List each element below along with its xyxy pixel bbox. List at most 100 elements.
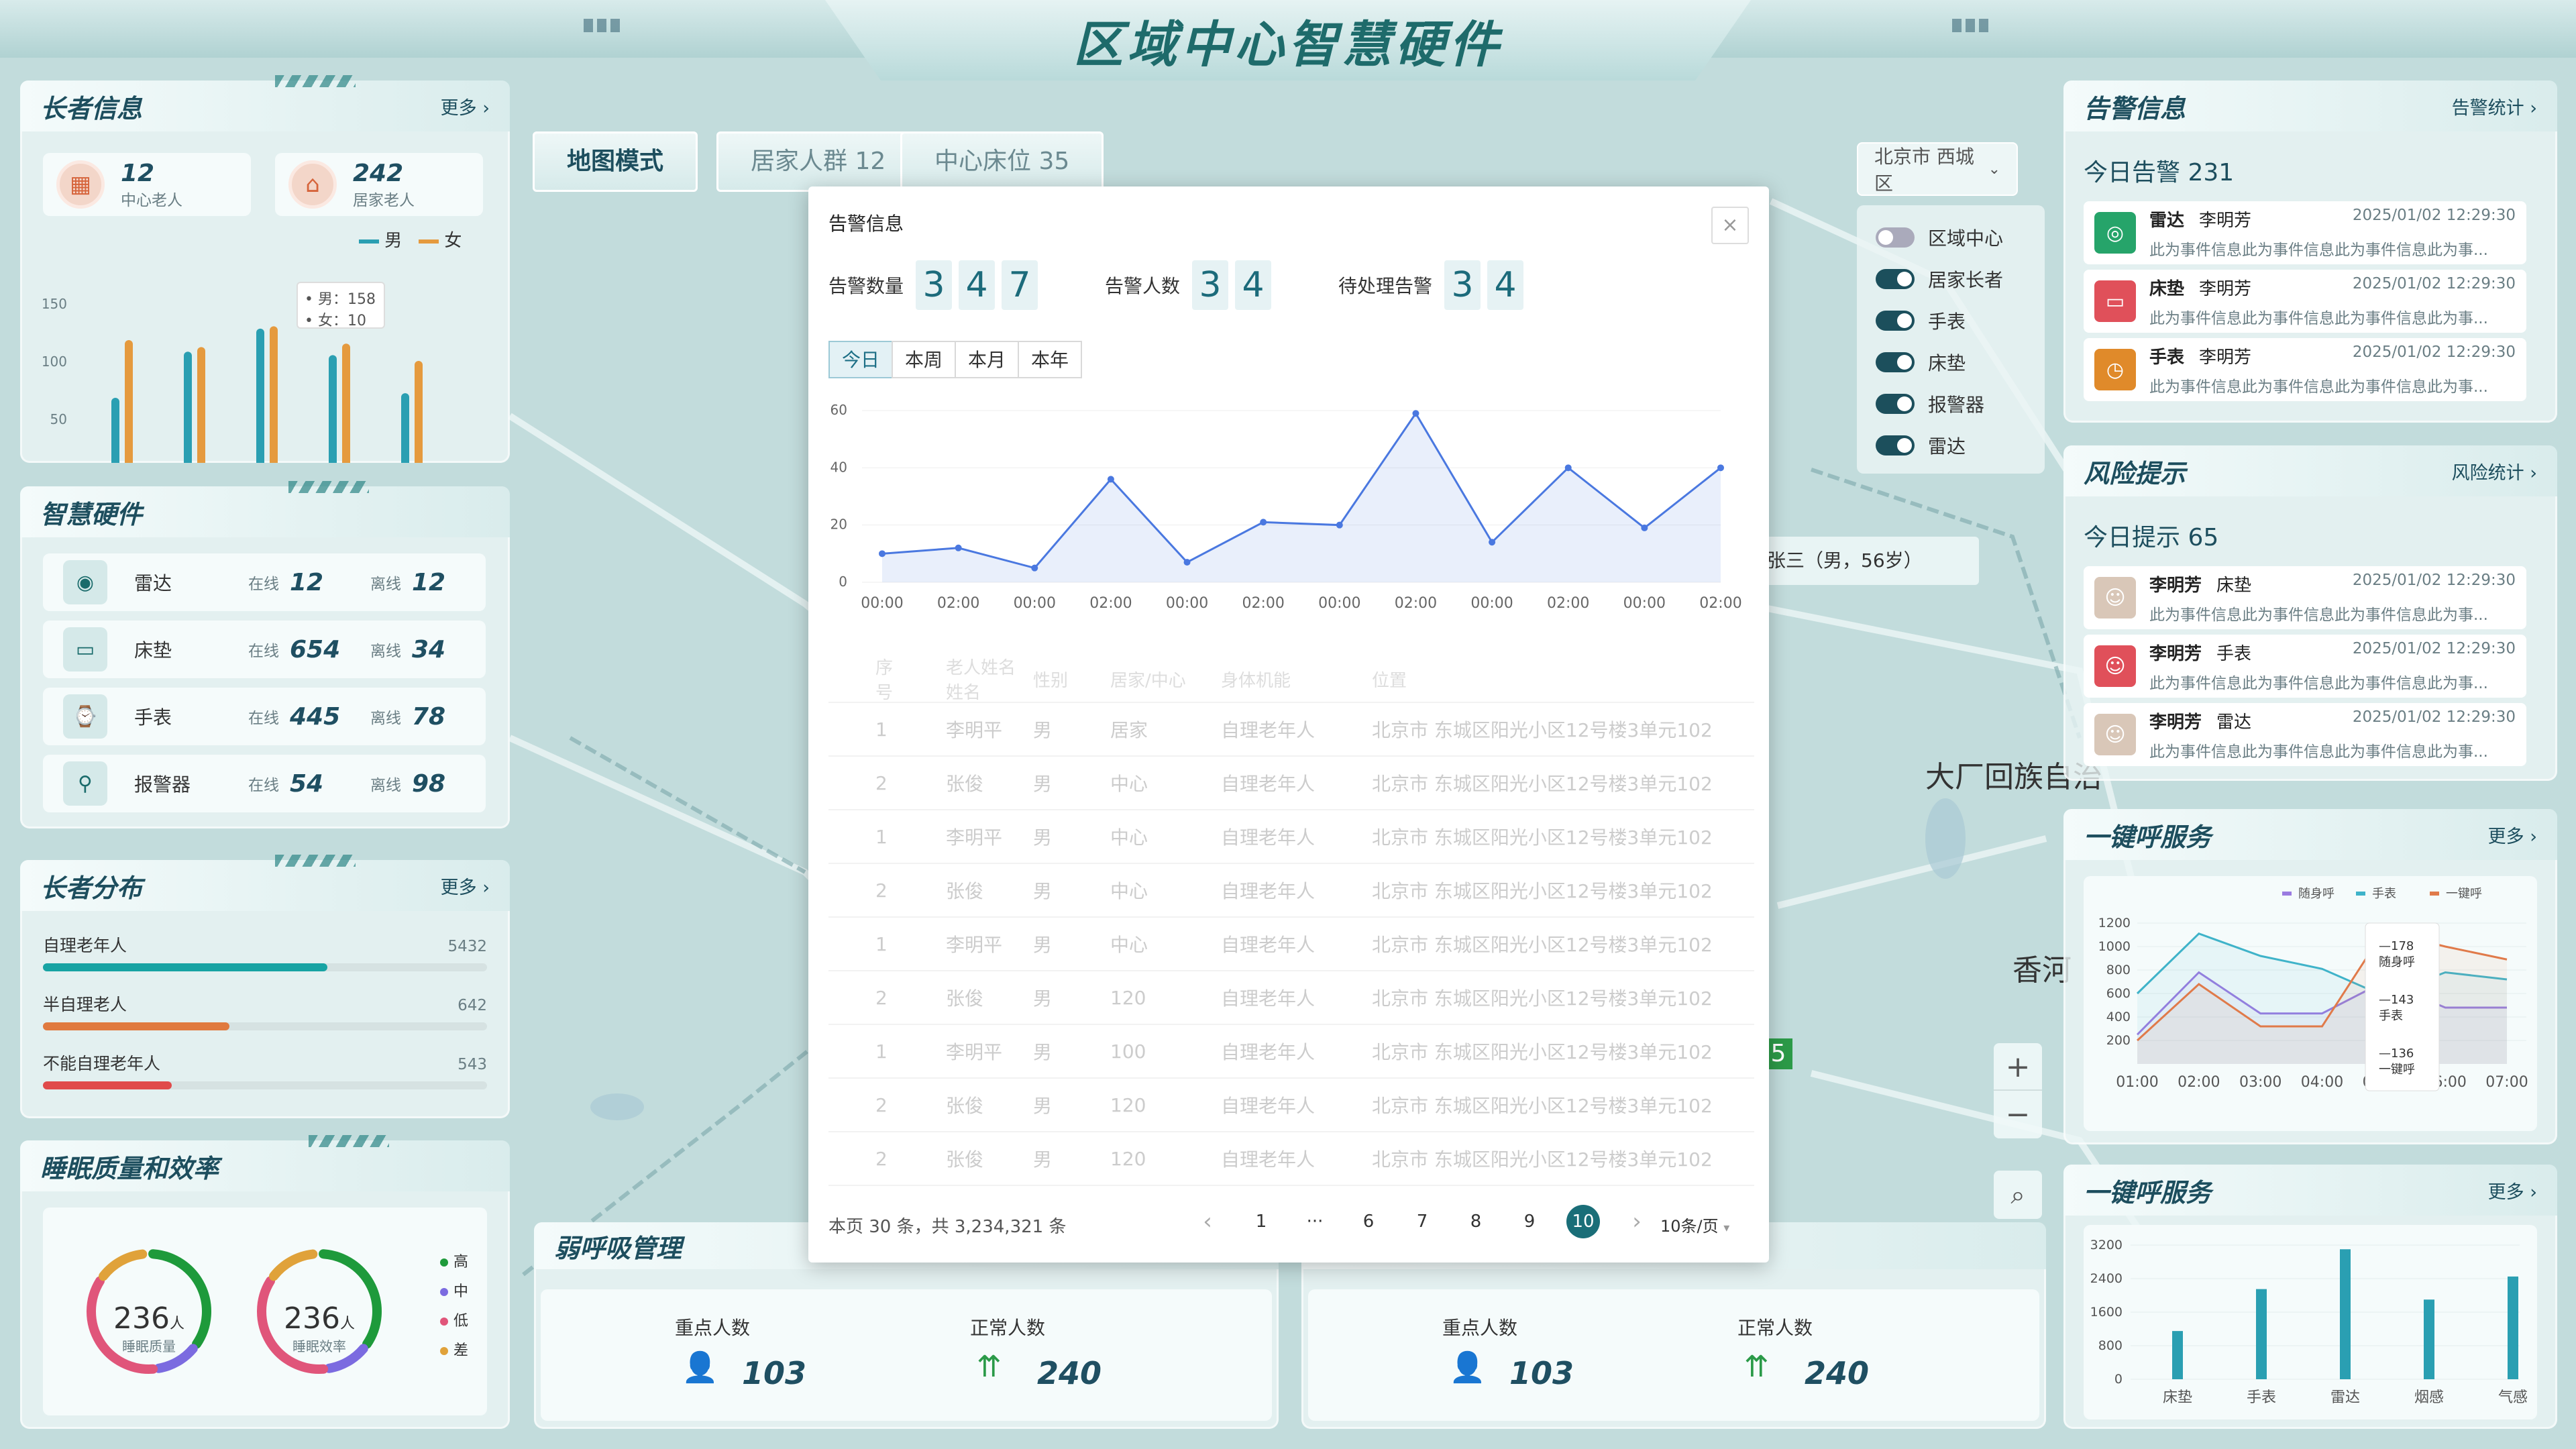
elder-info-more-link[interactable]: 更多 › — [441, 93, 490, 119]
page-button[interactable]: 7 — [1405, 1205, 1439, 1238]
range-tab-3[interactable]: 本年 — [1018, 341, 1083, 378]
modal-stats: 告警数量 347 告警人数 34 待处理告警 34 — [828, 260, 1530, 310]
tab-map-mode[interactable]: 地图模式 — [533, 131, 698, 192]
bar-female — [415, 361, 423, 463]
map-person-label[interactable]: 张三（男，56岁） — [1758, 537, 1979, 585]
sleep-legend-item: 高 — [440, 1248, 468, 1277]
range-tab-2[interactable]: 本月 — [955, 341, 1020, 378]
page-button[interactable]: 8 — [1459, 1205, 1493, 1238]
toggle-label: 床垫 — [1928, 352, 1966, 374]
range-tab-1[interactable]: 本周 — [892, 341, 957, 378]
alert-item-0[interactable]: ◎ 雷达 李明芳 2025/01/02 12:29:30 此为事件信息此为事件信息此为事… — [2084, 201, 2526, 264]
hardware-header: 智慧硬件 — [20, 481, 510, 537]
page-button[interactable]: ··· — [1298, 1205, 1332, 1238]
prev-page-button[interactable]: ‹ — [1191, 1205, 1224, 1238]
distribution-value: 5432 — [447, 938, 487, 955]
hardware-row-2[interactable]: ⌚ 手表 在线 445 离线 78 — [43, 688, 486, 745]
alert-item-2[interactable]: ◷ 手表 李明芳 2025/01/02 12:29:30 此为事件信息此为事件信息此为事… — [2084, 338, 2526, 401]
top-strip-right — [1704, 0, 2576, 58]
risk-item-1[interactable]: ☺ 李明芳 手表 2025/01/02 12:29:30 此为事件信息此为事件信息此为事… — [2084, 635, 2526, 698]
table-row[interactable]: 1 李明平 男 中心 自理老年人 北京市 东城区阳光小区12号楼3单元102 — [828, 810, 1754, 864]
x-tick-label: 00:00 — [1014, 595, 1056, 609]
sleep-header: 睡眠质量和效率 — [20, 1135, 510, 1191]
alert-time: 2025/01/02 12:29:30 — [2352, 206, 2516, 224]
risk-item-2[interactable]: ☺ 李明芳 雷达 2025/01/02 12:29:30 此为事件信息此为事件信息此为事… — [2084, 703, 2526, 766]
offline-count: 34 — [412, 635, 446, 663]
online-count: 12 — [290, 568, 324, 596]
data-point — [1412, 410, 1419, 417]
zoom-in-button[interactable]: + — [1994, 1043, 2042, 1091]
hardware-row-0[interactable]: ◉ 雷达 在线 12 离线 12 — [43, 553, 486, 611]
alert-desc: 此为事件信息此为事件信息此为事件信息此为事... — [2149, 378, 2488, 396]
weak-breath-title: 弱呼吸管理 — [554, 1233, 682, 1263]
page-button[interactable]: 9 — [1513, 1205, 1546, 1238]
key-person-icon: 👤 — [1449, 1350, 1486, 1385]
toggle-switch[interactable] — [1876, 227, 1915, 248]
hardware-row-1[interactable]: ▭ 床垫 在线 654 离线 34 — [43, 621, 486, 678]
table-cell: 自理老年人 — [1221, 826, 1316, 849]
x-tick-label: 02:00 — [2178, 1074, 2220, 1091]
map-search-button[interactable]: ⌕ — [1994, 1171, 2042, 1219]
table-cell: 张俊 — [946, 987, 984, 1010]
hardware-name: 床垫 — [134, 639, 172, 661]
column-header: 身体机能 — [1221, 670, 1291, 691]
range-tab-0[interactable]: 今日 — [828, 341, 894, 378]
distribution-label-row: 不能自理老年人 543 — [43, 1051, 487, 1075]
tab-home-group[interactable]: 居家人群 12 — [716, 131, 920, 192]
risk-stats-link[interactable]: 风险统计 › — [2452, 458, 2537, 484]
toggle-switch[interactable] — [1876, 352, 1915, 372]
table-row[interactable]: 2 张俊 男 中心 自理老年人 北京市 东城区阳光小区12号楼3单元102 — [828, 864, 1754, 918]
toggle-switch[interactable] — [1876, 311, 1915, 331]
map-toggle-4[interactable]: 报警器 — [1876, 390, 1984, 417]
data-point — [1260, 519, 1267, 526]
table-cell: 李明平 — [946, 826, 1003, 849]
toggle-switch[interactable] — [1876, 394, 1915, 414]
table-cell: 李明平 — [946, 1041, 1003, 1063]
table-cell: 120 — [1110, 1093, 1146, 1116]
map-toggle-5[interactable]: 雷达 — [1876, 432, 1966, 459]
map-toggle-0[interactable]: 区域中心 — [1876, 224, 2003, 251]
page-button[interactable]: 6 — [1352, 1205, 1385, 1238]
table-cell: 中心 — [1110, 880, 1148, 902]
call-service-more-link[interactable]: 更多 › — [2488, 822, 2537, 848]
table-row[interactable]: 1 李明平 男 100 自理老年人 北京市 东城区阳光小区12号楼3单元102 — [828, 1025, 1754, 1079]
table-row[interactable]: 2 张俊 男 120 自理老年人 北京市 东城区阳光小区12号楼3单元102 — [828, 1079, 1754, 1132]
call-service-2-more-link[interactable]: 更多 › — [2488, 1177, 2537, 1203]
hardware-row-3[interactable]: ⚲ 报警器 在线 54 离线 98 — [43, 755, 486, 812]
table-cell: 2 — [875, 1093, 888, 1116]
toggle-switch[interactable] — [1876, 435, 1915, 455]
table-row[interactable]: 1 李明平 男 居家 自理老年人 北京市 东城区阳光小区12号楼3单元102 — [828, 703, 1754, 757]
page-size-select[interactable]: 10条/页 ▾ — [1660, 1213, 1729, 1236]
table-row[interactable]: 2 张俊 男 中心 自理老年人 北京市 东城区阳光小区12号楼3单元102 — [828, 757, 1754, 810]
table-row[interactable]: 2 张俊 男 120 自理老年人 北京市 东城区阳光小区12号楼3单元102 — [828, 971, 1754, 1025]
key-people-label: 重点人数 — [1442, 1317, 1518, 1339]
page-button[interactable]: 1 — [1244, 1205, 1278, 1238]
column-header: 位置 — [1372, 670, 1407, 691]
map-toggle-3[interactable]: 床垫 — [1876, 349, 1966, 376]
next-page-button[interactable]: › — [1620, 1205, 1654, 1238]
map-toggle-2[interactable]: 手表 — [1876, 307, 1966, 334]
alert-item-1[interactable]: ▭ 床垫 李明芳 2025/01/02 12:29:30 此为事件信息此为事件信息此为事… — [2084, 270, 2526, 333]
zoom-out-button[interactable]: − — [1994, 1091, 2042, 1138]
page-button[interactable]: 10 — [1566, 1205, 1600, 1238]
map-toggle-1[interactable]: 居家长者 — [1876, 266, 2003, 292]
table-cell: 2 — [875, 986, 888, 1009]
risk-time: 2025/01/02 12:29:30 — [2352, 708, 2516, 726]
table-footer-summary: 本页 30 条，共 3,234,321 条 — [828, 1217, 1067, 1237]
region-select[interactable]: 北京市 西城区 ⌄ — [1857, 142, 2018, 196]
pending-alert-label: 待处理告警 — [1338, 275, 1433, 297]
toggle-switch[interactable] — [1876, 269, 1915, 289]
sleep-efficiency-unit: 人 — [339, 1316, 355, 1332]
table-row[interactable]: 2 张俊 男 120 自理老年人 北京市 东城区阳光小区12号楼3单元102 — [828, 1132, 1754, 1186]
x-tick-label: 04:00 — [2301, 1074, 2343, 1091]
distribution-label-row: 半自理老人 642 — [43, 991, 487, 1016]
modal-close-button[interactable]: × — [1711, 207, 1749, 244]
tab-center-beds[interactable]: 中心床位 35 — [900, 131, 1104, 192]
more-label: 更多 — [2487, 1181, 2524, 1203]
page-size-value: 10条/页 — [1660, 1217, 1719, 1236]
alert-name: 李明芳 — [2199, 278, 2252, 299]
alerts-stats-link[interactable]: 告警统计 › — [2452, 93, 2537, 119]
risk-item-0[interactable]: ☺ 李明芳 床垫 2025/01/02 12:29:30 此为事件信息此为事件信息此为事… — [2084, 566, 2526, 629]
distribution-more-link[interactable]: 更多 › — [441, 873, 490, 899]
table-row[interactable]: 1 李明平 男 中心 自理老年人 北京市 东城区阳光小区12号楼3单元102 — [828, 918, 1754, 971]
